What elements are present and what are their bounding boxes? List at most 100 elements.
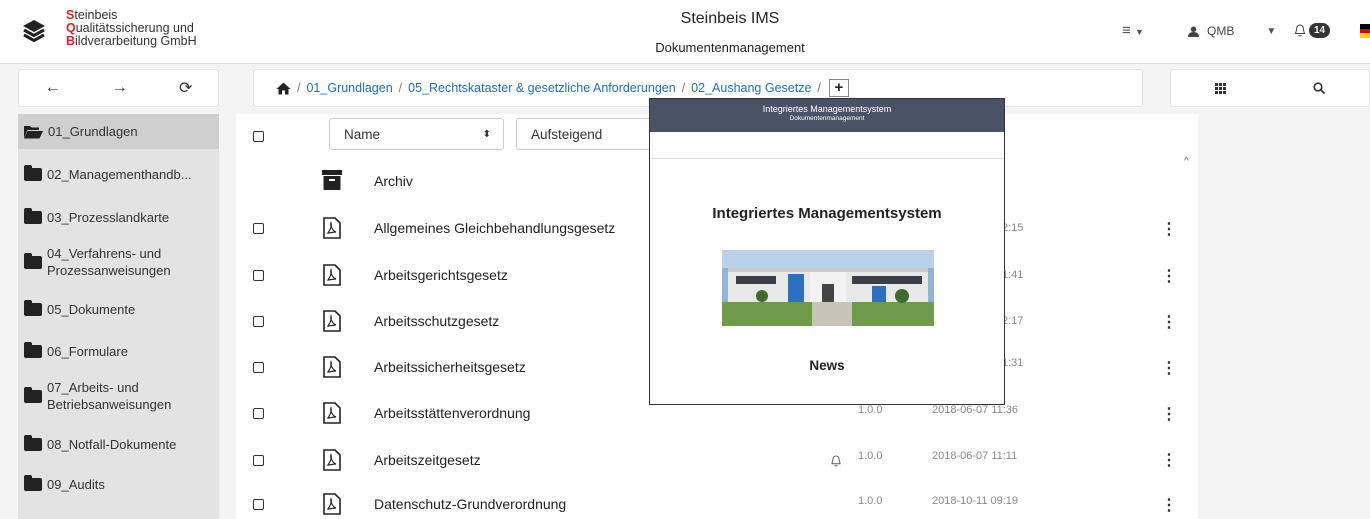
company-logo-text: Steinbeis Qualitätssicherung und Bildver… <box>66 8 197 48</box>
folder-icon <box>24 164 42 181</box>
more-vertical-icon[interactable]: ⋮ <box>1161 266 1177 286</box>
sidebar-item-05-dokumente[interactable]: 05_Dokumente <box>18 294 219 324</box>
breadcrumb-separator: / <box>398 81 403 95</box>
sidebar-item-label-line2: Betriebsanweisungen <box>47 397 172 412</box>
row-checkbox[interactable] <box>253 223 264 234</box>
folder-open-icon <box>24 125 43 138</box>
sidebar-item-label-group: 04_Verfahrens- und Prozessanweisungen <box>47 245 171 279</box>
app-subtitle: Dokumentenmanagement <box>655 40 805 55</box>
german-flag-icon[interactable] <box>1360 24 1370 38</box>
bell-icon[interactable] <box>830 455 842 467</box>
sidebar-item-label: 03_Prozesslandkarte <box>47 209 170 225</box>
app-title: Steinbeis IMS <box>680 10 780 27</box>
main-menu-button[interactable]: ≡ ▼ <box>1122 22 1144 39</box>
breadcrumb-item-grundlagen[interactable]: 01_Grundlagen <box>306 81 392 95</box>
document-date: 1:41 <box>1002 269 1024 281</box>
sidebar-item-04-verfahrensanweisungen[interactable]: 04_Verfahrens- und Prozessanweisungen <box>18 240 219 284</box>
back-arrow-icon[interactable]: ← <box>45 79 61 97</box>
document-name: Arbeitszeitgesetz <box>374 452 481 468</box>
pdf-file-icon <box>323 356 341 378</box>
archive-box-icon <box>322 170 342 190</box>
sidebar-item-08-notfall-dokumente[interactable]: 08_Notfall-Dokumente <box>18 429 219 459</box>
row-checkbox[interactable] <box>253 270 264 281</box>
folder-icon <box>24 474 42 491</box>
sidebar-item-label: 04_Verfahrens- und <box>47 246 162 261</box>
app-header: Steinbeis Qualitätssicherung und Bildver… <box>0 0 1370 64</box>
row-checkbox[interactable] <box>253 316 264 327</box>
sidebar-item-label: 07_Arbeits- und <box>47 380 139 395</box>
add-folder-button[interactable]: + <box>828 79 849 97</box>
select-all-checkbox[interactable] <box>253 131 264 142</box>
more-vertical-icon[interactable]: ⋮ <box>1161 495 1177 515</box>
user-name: QMB <box>1207 24 1235 38</box>
sort-order-value: Aufsteigend <box>531 126 603 142</box>
preview-title: Integriertes Managementsystem <box>712 205 942 222</box>
row-checkbox[interactable] <box>253 408 264 419</box>
preview-header-subtitle: Dokumentenmanagement <box>789 115 865 122</box>
document-version: 1.0.0 <box>858 450 883 462</box>
user-icon <box>1188 25 1199 37</box>
preview-news-heading: News <box>809 358 845 373</box>
view-toolbar <box>1170 69 1370 107</box>
folder-icon <box>24 207 42 224</box>
document-name: Datenschutz-Grundverordnung <box>374 496 567 512</box>
sidebar-item-label: 05_Dokumente <box>47 301 136 317</box>
folder-icon <box>24 386 42 403</box>
pdf-file-icon <box>323 493 341 515</box>
notification-badge: 14 <box>1309 23 1331 38</box>
document-name: Allgemeines Gleichbehandlungsgesetz <box>374 220 616 236</box>
row-checkbox[interactable] <box>253 362 264 373</box>
more-vertical-icon[interactable]: ⋮ <box>1161 219 1177 239</box>
search-icon[interactable] <box>1313 82 1326 94</box>
sidebar-item-09-audits[interactable]: 09_Audits <box>18 469 219 499</box>
pdf-file-icon <box>323 264 341 286</box>
document-date: 2018-10-11 09:19 <box>932 495 1019 507</box>
page-preview-popup[interactable]: Integriertes Managementsystem Dokumenten… <box>649 98 1005 405</box>
user-menu-button[interactable]: QMB ▼ <box>1188 24 1276 38</box>
preview-header: Integriertes Managementsystem Dokumenten… <box>650 99 1004 132</box>
home-icon[interactable] <box>276 82 291 95</box>
document-date: 2:17 <box>1002 315 1024 327</box>
chevron-down-icon: ▼ <box>1266 25 1277 37</box>
bell-icon <box>1294 24 1306 37</box>
forward-arrow-icon[interactable]: → <box>112 79 128 97</box>
sidebar-item-07-betriebsanweisungen[interactable]: 07_Arbeits- und Betriebsanweisungen <box>18 374 219 418</box>
breadcrumb-separator: / <box>297 81 301 95</box>
refresh-icon[interactable]: ⟳ <box>179 78 192 98</box>
notifications-button[interactable]: 14 <box>1294 23 1331 38</box>
sidebar-item-03-prozesslandkarte[interactable]: 03_Prozesslandkarte <box>18 202 219 232</box>
pdf-file-icon <box>323 449 341 471</box>
preview-header-title: Integriertes Managementsystem <box>762 104 892 114</box>
chevron-up-icon[interactable]: ^ <box>1184 156 1189 167</box>
sidebar-item-label: 08_Notfall-Dokumente <box>47 436 177 452</box>
preview-nav-bar <box>650 132 1004 159</box>
sidebar-item-01-grundlagen[interactable]: 01_Grundlagen <box>18 114 219 149</box>
sidebar-item-02-managementhandbuch[interactable]: 02_Managementhandb... <box>18 159 219 189</box>
sidebar-item-06-formulare[interactable]: 06_Formulare <box>18 336 219 366</box>
grid-icon[interactable] <box>1214 82 1226 94</box>
breadcrumb-item-aushang-gesetze[interactable]: 02_Aushang Gesetze <box>691 81 811 95</box>
document-date: 2:15 <box>1002 222 1024 234</box>
more-vertical-icon[interactable]: ⋮ <box>1161 358 1177 378</box>
folder-icon <box>24 434 42 451</box>
more-vertical-icon[interactable]: ⋮ <box>1161 450 1177 470</box>
breadcrumb-item-rechtskataster[interactable]: 05_Rechtskataster & gesetzliche Anforder… <box>408 81 676 95</box>
pdf-file-icon <box>323 217 341 239</box>
sidebar-item-label: 09_Audits <box>47 476 105 492</box>
more-vertical-icon[interactable]: ⋮ <box>1161 312 1177 332</box>
chevron-down-icon: ▼ <box>1134 27 1144 37</box>
layers-logo-icon[interactable] <box>21 18 47 44</box>
folder-icon <box>24 299 42 316</box>
sort-field-select[interactable]: Name ⬍ <box>329 118 504 150</box>
row-checkbox[interactable] <box>253 455 264 466</box>
pdf-file-icon <box>323 402 341 424</box>
sort-field-value: Name <box>344 126 381 142</box>
more-vertical-icon[interactable]: ⋮ <box>1161 404 1177 424</box>
document-date: 2018-06-07 11:36 <box>932 404 1019 416</box>
document-name: Arbeitsschutzgesetz <box>374 313 500 329</box>
row-checkbox[interactable] <box>253 499 264 510</box>
archive-folder-link[interactable]: Archiv <box>374 173 413 189</box>
document-name: Arbeitsstättenverordnung <box>374 405 531 421</box>
breadcrumb-separator: / <box>681 81 686 95</box>
sidebar-item-label: 06_Formulare <box>47 343 128 359</box>
